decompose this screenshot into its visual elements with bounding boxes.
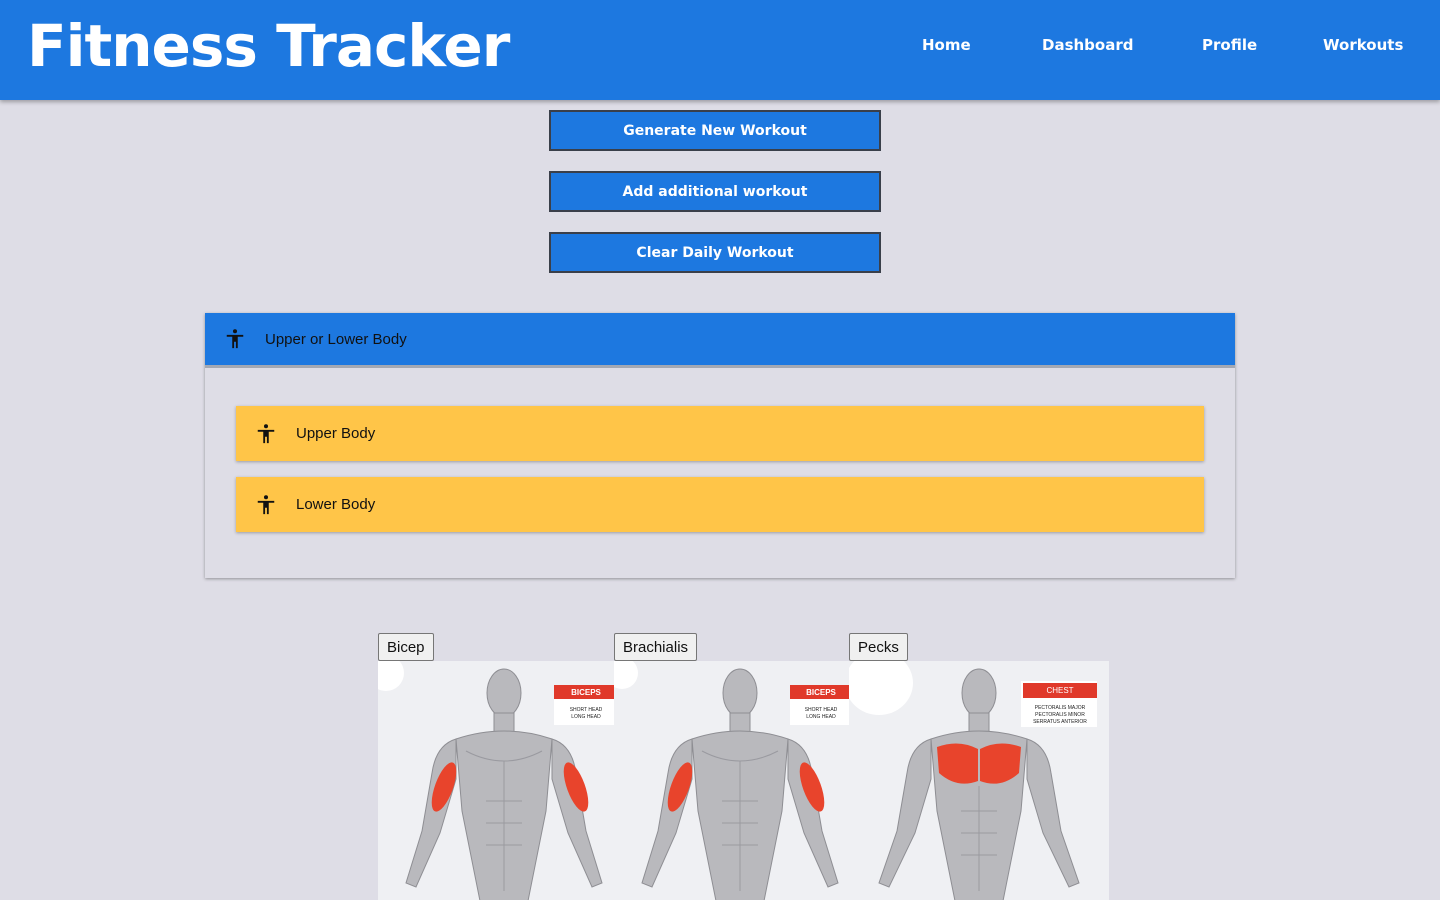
muscle-label-title: CHEST — [1046, 686, 1073, 695]
accordion-title: Upper or Lower Body — [265, 330, 407, 348]
accordion-header[interactable]: Upper or Lower Body — [205, 313, 1235, 368]
muscle-label-line: SHORT HEAD — [570, 707, 603, 713]
muscle-label-title: BICEPS — [806, 688, 836, 697]
top-navbar: Fitness Tracker Home Dashboard Profile W… — [0, 0, 1440, 100]
app-title[interactable]: Fitness Tracker — [27, 10, 510, 82]
option-upper-body[interactable]: Upper Body — [236, 406, 1204, 461]
option-label: Lower Body — [296, 496, 376, 513]
muscle-label-line: LONG HEAD — [806, 714, 836, 720]
nav-dashboard[interactable]: Dashboard — [1042, 36, 1133, 54]
nav-profile[interactable]: Profile — [1202, 36, 1257, 54]
nav-workouts[interactable]: Workouts — [1323, 36, 1403, 54]
nav-home[interactable]: Home — [922, 36, 971, 54]
bicep-anatomy-image: BICEPS SHORT HEAD LONG HEAD — [378, 661, 614, 900]
pecks-anatomy-image: CHEST PECTORALIS MAJOR PECTORALIS MINOR … — [849, 661, 1109, 900]
body-part-accordion: Upper or Lower Body Upper Body Lower Bod… — [205, 313, 1235, 578]
accessibility-person-icon — [257, 423, 275, 443]
pecks-button[interactable]: Pecks — [849, 633, 908, 661]
muscle-label-line: PECTORALIS MAJOR — [1035, 705, 1086, 711]
muscle-label-line: PECTORALIS MINOR — [1035, 712, 1085, 718]
accessibility-person-icon — [226, 329, 244, 349]
muscle-label-title: BICEPS — [571, 688, 601, 697]
muscle-label-line: SERRATUS ANTERIOR — [1033, 719, 1087, 725]
option-lower-body[interactable]: Lower Body — [236, 477, 1204, 532]
generate-workout-button[interactable]: Generate New Workout — [549, 110, 881, 151]
muscle-label-line: SHORT HEAD — [805, 707, 838, 713]
clear-workout-button[interactable]: Clear Daily Workout — [549, 232, 881, 273]
accessibility-person-icon — [257, 494, 275, 514]
bicep-button[interactable]: Bicep — [378, 633, 434, 661]
brachialis-anatomy-image: BICEPS SHORT HEAD LONG HEAD — [614, 661, 849, 900]
muscle-label-line: LONG HEAD — [571, 714, 601, 720]
add-workout-button[interactable]: Add additional workout — [549, 171, 881, 212]
brachialis-button[interactable]: Brachialis — [614, 633, 698, 661]
option-label: Upper Body — [296, 425, 376, 442]
